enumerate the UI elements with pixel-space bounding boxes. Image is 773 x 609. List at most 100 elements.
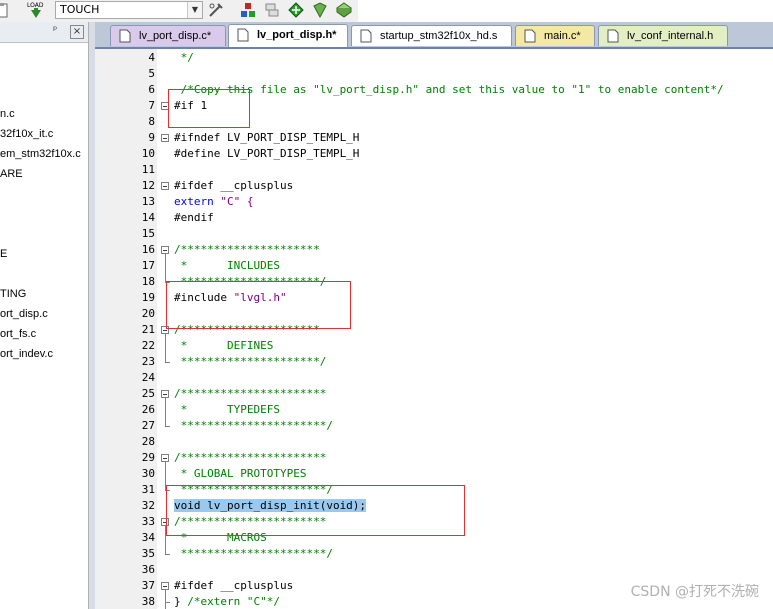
line-number: 38 [141,595,155,608]
file-icon [524,29,536,43]
code-line[interactable]: * INCLUDES [174,258,280,274]
line-number: 36 [141,563,155,576]
manage-components-icon[interactable] [240,2,256,18]
project-panel: ᵖ × n.c 32f10x_it.c em_stm32f10x.c ARE E… [0,22,89,609]
fold-end [165,554,170,555]
code-line[interactable]: /********************* [174,242,320,258]
code-token: #ifdef __cplusplus [174,579,294,592]
code-token: /*Copy this file as "lv_port_disp.h" and… [174,83,724,96]
code-line[interactable]: #endif [174,210,214,226]
line-number: 8 [148,115,155,128]
code-token: "C" { [213,195,254,208]
code-token: #ifdef __cplusplus [174,179,294,192]
code-token: } [174,595,188,608]
file-icon [119,29,131,43]
fold-end [165,362,170,363]
tab-label: lv_port_disp.h* [257,29,337,41]
close-icon[interactable]: × [70,25,84,39]
fold-toggle-icon[interactable] [161,134,169,142]
code-editor[interactable]: 4 5 6 7 8 9 10 11 12 13 14 15 16 17 18 19 20 21 22 23 24 25 26… [95,49,773,609]
code-token: **********************/ [174,547,333,560]
pin-icon[interactable]: ᵖ [53,25,57,36]
code-line[interactable]: /********************** [174,386,326,402]
code-line[interactable]: **********************/ [174,546,333,562]
tree-item[interactable]: ort_indev.c [0,348,53,360]
fold-toggle-icon[interactable] [161,454,169,462]
tree-item[interactable]: ort_disp.c [0,308,48,320]
line-number: 32 [141,499,155,512]
tree-item[interactable]: n.c [0,108,15,120]
code-line[interactable]: * DEFINES [174,338,274,354]
fold-guide [165,254,166,282]
code-line[interactable]: /*Copy this file as "lv_port_disp.h" and… [174,82,724,98]
tab-startup-stm32f10x-hd-s[interactable]: startup_stm32f10x_hd.s [351,25,512,46]
code-token: /*extern "C"*/ [187,595,280,608]
target-select[interactable]: TOUCH ▼ [55,1,203,19]
tree-item[interactable]: TING [0,288,26,300]
toolbar-blank [358,0,773,22]
fold-toggle-icon[interactable] [161,246,169,254]
line-number: 20 [141,307,155,320]
project-panel-header: ᵖ × [0,22,88,43]
toolbar: LOAD TOUCH ▼ [0,0,773,23]
code-line[interactable]: #define LV_PORT_DISP_TEMPL_H [174,146,359,162]
code-line[interactable]: #ifdef __cplusplus [174,178,293,194]
load-label: LOAD [27,2,44,9]
fold-toggle-icon[interactable] [161,390,169,398]
tree-item[interactable]: E [0,248,7,260]
code-line[interactable]: extern "C" { [174,194,254,210]
code-line[interactable]: /********************** [174,450,326,466]
chevron-down-icon[interactable]: ▼ [187,2,202,18]
code-line[interactable]: *********************/ [174,354,327,370]
tab-lv-port-disp-c[interactable]: lv_port_disp.c* [110,25,226,46]
tab-label: lv_port_disp.c* [139,30,212,42]
code-line[interactable]: #ifndef LV_PORT_DISP_TEMPL_H [174,130,359,146]
fold-toggle-icon[interactable] [161,582,169,590]
file-icon [360,29,372,43]
tab-label: startup_stm32f10x_hd.s [380,30,498,42]
code-line[interactable]: */ [174,50,194,66]
batch-build-icon[interactable] [264,2,280,18]
line-number: 21 [141,323,155,336]
code-line[interactable]: } /*extern "C"*/ [174,594,280,609]
tree-item[interactable]: ARE [0,168,23,180]
line-number: 9 [148,131,155,144]
load-icon[interactable]: LOAD [26,1,46,21]
code-token: */ [174,51,194,64]
tab-label: lv_conf_internal.h [627,30,714,42]
line-number: 22 [141,339,155,352]
line-number: 29 [141,451,155,464]
tree-item[interactable]: em_stm32f10x.c [0,148,81,160]
line-number: 23 [141,355,155,368]
target-options-icon[interactable] [208,2,224,18]
line-number: 6 [148,83,155,96]
code-line[interactable]: * TYPEDEFS [174,402,280,418]
code-token: * DEFINES [174,339,274,352]
code-token: extern [174,195,214,208]
tab-main-c[interactable]: main.c* [515,25,595,46]
package-icon[interactable] [336,2,352,18]
line-number: 30 [141,467,155,480]
fold-toggle-icon[interactable] [161,182,169,190]
line-number: 18 [141,275,155,288]
line-number: 31 [141,483,155,496]
line-number: 12 [141,179,155,192]
tab-lv-conf-internal-h[interactable]: lv_conf_internal.h [598,25,728,46]
code-line[interactable]: #ifdef __cplusplus [174,578,293,594]
line-number: 13 [141,195,155,208]
clipboard-icon[interactable] [0,2,10,18]
fold-guide [165,398,166,426]
code-line[interactable]: **********************/ [174,418,333,434]
line-number: 35 [141,547,155,560]
tree-item[interactable]: ort_fs.c [0,328,36,340]
diamond-icon[interactable] [288,2,304,18]
shield-icon[interactable] [312,2,328,19]
line-number: 19 [141,291,155,304]
code-token: /********************** [174,387,327,400]
tab-lv-port-disp-h[interactable]: lv_port_disp.h* [228,24,348,47]
line-number: 10 [141,147,155,160]
code-token: /********************* [174,243,320,256]
tree-item[interactable]: 32f10x_it.c [0,128,53,140]
code-line[interactable]: * GLOBAL PROTOTYPES [174,466,307,482]
line-number: 26 [141,403,155,416]
